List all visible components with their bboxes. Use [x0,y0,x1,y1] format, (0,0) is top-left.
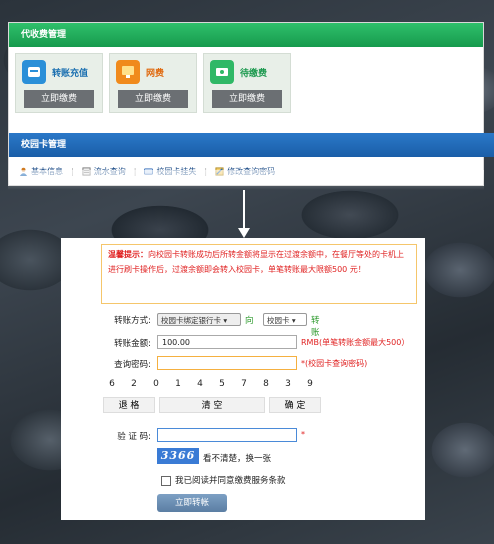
method-label: 转账方式: [114,316,151,326]
network-fee-icon [116,60,140,84]
amount-label: 转账金额: [114,339,151,349]
captcha-label: 验 证 码: [117,432,151,442]
arrow-head-icon [238,228,250,238]
captcha-image[interactable]: 3366 [157,448,199,464]
pay-card-label: 网费 [146,69,165,79]
amount-input[interactable]: 100.00 [157,335,297,349]
keypad-key[interactable]: 9 [301,376,319,392]
keypad-key[interactable]: 1 [169,376,187,392]
pending-fee-icon [210,60,234,84]
keypad-key[interactable]: 6 [103,376,121,392]
notice-box: 温馨提示：向校园卡转账成功后所转金额将显示在过渡余额中，在餐厅等处的卡机上进行刷… [101,244,417,304]
method-select[interactable]: 校园卡绑定银行卡 ▾ [157,313,241,326]
pay-card-label: 待缴费 [240,69,268,79]
down-arrow-icon [243,190,245,232]
captcha-required-mark: * [301,430,305,439]
pay-now-button[interactable]: 立即缴费 [118,90,188,108]
pay-card-pending: 待缴费 立即缴费 [203,53,291,113]
keypad-key[interactable]: 7 [235,376,253,392]
pay-now-button[interactable]: 立即缴费 [212,90,282,108]
password-hint: *(校园卡查询密码) [301,359,368,368]
panel-reflection [8,170,484,190]
password-label: 查询密码: [114,360,151,370]
keypad-confirm-button[interactable]: 确 定 [269,397,321,413]
campus-section-title: 校园卡管理 [9,133,494,157]
transfer-form-panel: 温馨提示：向校园卡转账成功后所转金额将显示在过渡余额中，在餐厅等处的卡机上进行刷… [61,238,425,520]
keypad-key[interactable]: 5 [213,376,231,392]
to-text: 向 [245,316,254,326]
pay-now-button[interactable]: 立即缴费 [24,90,94,108]
pay-card-label: 转账充值 [52,69,89,79]
collection-section-title: 代收费管理 [9,23,483,47]
keypad-key[interactable]: 8 [257,376,275,392]
notice-title: 温馨提示： [108,250,148,259]
password-input[interactable] [157,356,297,370]
pay-card-transfer: 转账充值 立即缴费 [15,53,103,113]
notice-text: 向校园卡转账成功后所转金额将显示在过渡余额中，在餐厅等处的卡机上进行刷卡操作后，… [108,250,404,274]
captcha-input[interactable] [157,428,297,442]
target-select[interactable]: 校园卡 ▾ [263,313,307,326]
agree-checkbox[interactable] [161,476,171,486]
transfer-icon [22,60,46,84]
keypad-key[interactable]: 4 [191,376,209,392]
captcha-refresh-link[interactable]: 看不清楚，换一张 [203,452,271,464]
keypad-key[interactable]: 3 [279,376,297,392]
keypad-backspace-button[interactable]: 退 格 [103,397,155,413]
keypad-clear-button[interactable]: 清 空 [159,397,265,413]
keypad-key[interactable]: 0 [147,376,165,392]
keypad-key[interactable]: 2 [125,376,143,392]
method-select-value: 校园卡绑定银行卡 [161,316,221,325]
agree-text: 我已阅读并同意缴费服务条款 [175,476,286,486]
transfer-text: 转账 [311,316,320,338]
submit-transfer-button[interactable]: 立即转帐 [157,494,227,512]
target-select-value: 校园卡 [267,316,290,325]
top-panel: 代收费管理 转账充值 立即缴费 网费 立即缴费 待缴费 立即缴费 校园卡管理 [8,22,494,186]
amount-hint: RMB(单笔转账金额最大500） [301,338,410,347]
pay-card-network: 网费 立即缴费 [109,53,197,113]
